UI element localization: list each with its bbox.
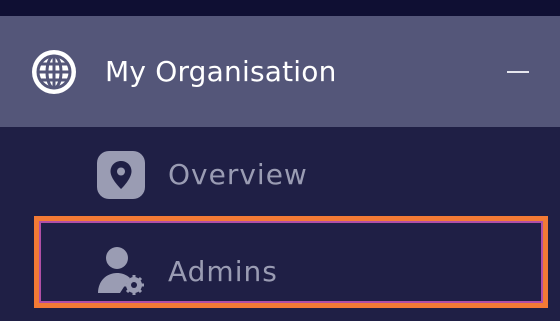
section-title: My Organisation xyxy=(105,55,337,88)
nav-item-admins[interactable]: Admins xyxy=(0,221,560,315)
globe-icon xyxy=(32,50,76,94)
section-header-my-organisation[interactable]: My Organisation xyxy=(0,16,560,127)
nav-item-overview[interactable]: Overview xyxy=(0,127,560,221)
nav-item-label: Admins xyxy=(168,255,278,288)
admin-user-gear-icon xyxy=(98,247,144,295)
location-pin-icon xyxy=(97,151,145,199)
nav-item-label: Overview xyxy=(168,158,308,191)
top-bar xyxy=(0,0,560,16)
minus-icon[interactable] xyxy=(507,71,529,73)
